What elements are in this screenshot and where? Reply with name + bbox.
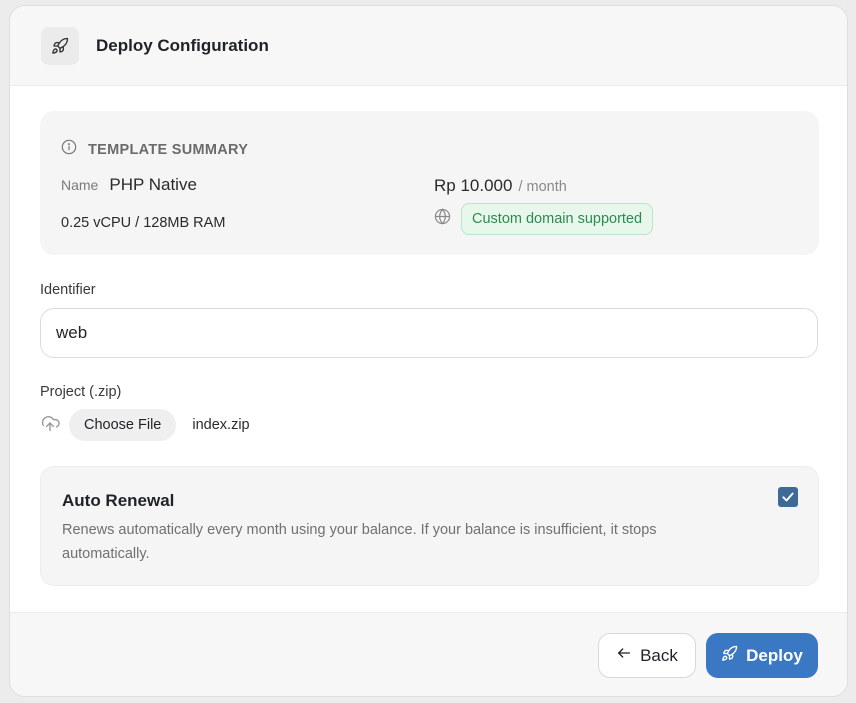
card-footer: Back Deploy <box>10 612 847 696</box>
check-icon <box>782 492 794 502</box>
summary-heading-label: TEMPLATE SUMMARY <box>88 141 249 158</box>
project-label: Project (.zip) <box>40 384 122 400</box>
choose-file-button[interactable]: Choose File <box>69 409 177 441</box>
price-value: Rp 10.000 <box>434 176 513 195</box>
rocket-icon <box>41 26 79 65</box>
rocket-icon <box>721 645 738 667</box>
auto-renewal-title: Auto Renewal <box>62 491 175 510</box>
deploy-button-label: Deploy <box>746 645 803 665</box>
identifier-label: Identifier <box>40 282 96 298</box>
template-name-row: Name PHP Native <box>61 175 197 195</box>
back-button[interactable]: Back <box>598 633 696 678</box>
selected-file-name: index.zip <box>192 417 250 433</box>
custom-domain-badge: Custom domain supported <box>461 203 654 235</box>
auto-renewal-checkbox[interactable] <box>778 487 798 507</box>
info-icon <box>61 139 77 160</box>
identifier-input[interactable] <box>40 308 818 358</box>
domain-row: Custom domain supported <box>434 203 654 235</box>
arrow-left-icon <box>616 645 632 666</box>
back-button-label: Back <box>640 645 678 665</box>
file-picker: Choose File index.zip <box>40 409 250 441</box>
template-specs: 0.25 vCPU / 128MB RAM <box>61 215 226 231</box>
template-name-label: Name <box>61 177 99 193</box>
deploy-button[interactable]: Deploy <box>706 633 818 678</box>
price-row: Rp 10.000 / month <box>434 176 567 196</box>
summary-heading: TEMPLATE SUMMARY <box>61 139 248 160</box>
auto-renewal-panel: Auto Renewal Renews automatically every … <box>40 466 819 586</box>
deploy-config-card: Deploy Configuration TEMPLATE SUMMARY Na… <box>9 5 848 697</box>
page-title: Deploy Configuration <box>96 35 269 55</box>
price-period: / month <box>518 179 567 195</box>
auto-renewal-description: Renews automatically every month using y… <box>62 522 657 562</box>
template-name-value: PHP Native <box>109 175 197 194</box>
card-header: Deploy Configuration <box>10 6 847 86</box>
template-summary-panel: TEMPLATE SUMMARY Name PHP Native 0.25 vC… <box>40 111 819 255</box>
upload-cloud-icon <box>40 413 60 438</box>
globe-icon <box>434 208 451 230</box>
